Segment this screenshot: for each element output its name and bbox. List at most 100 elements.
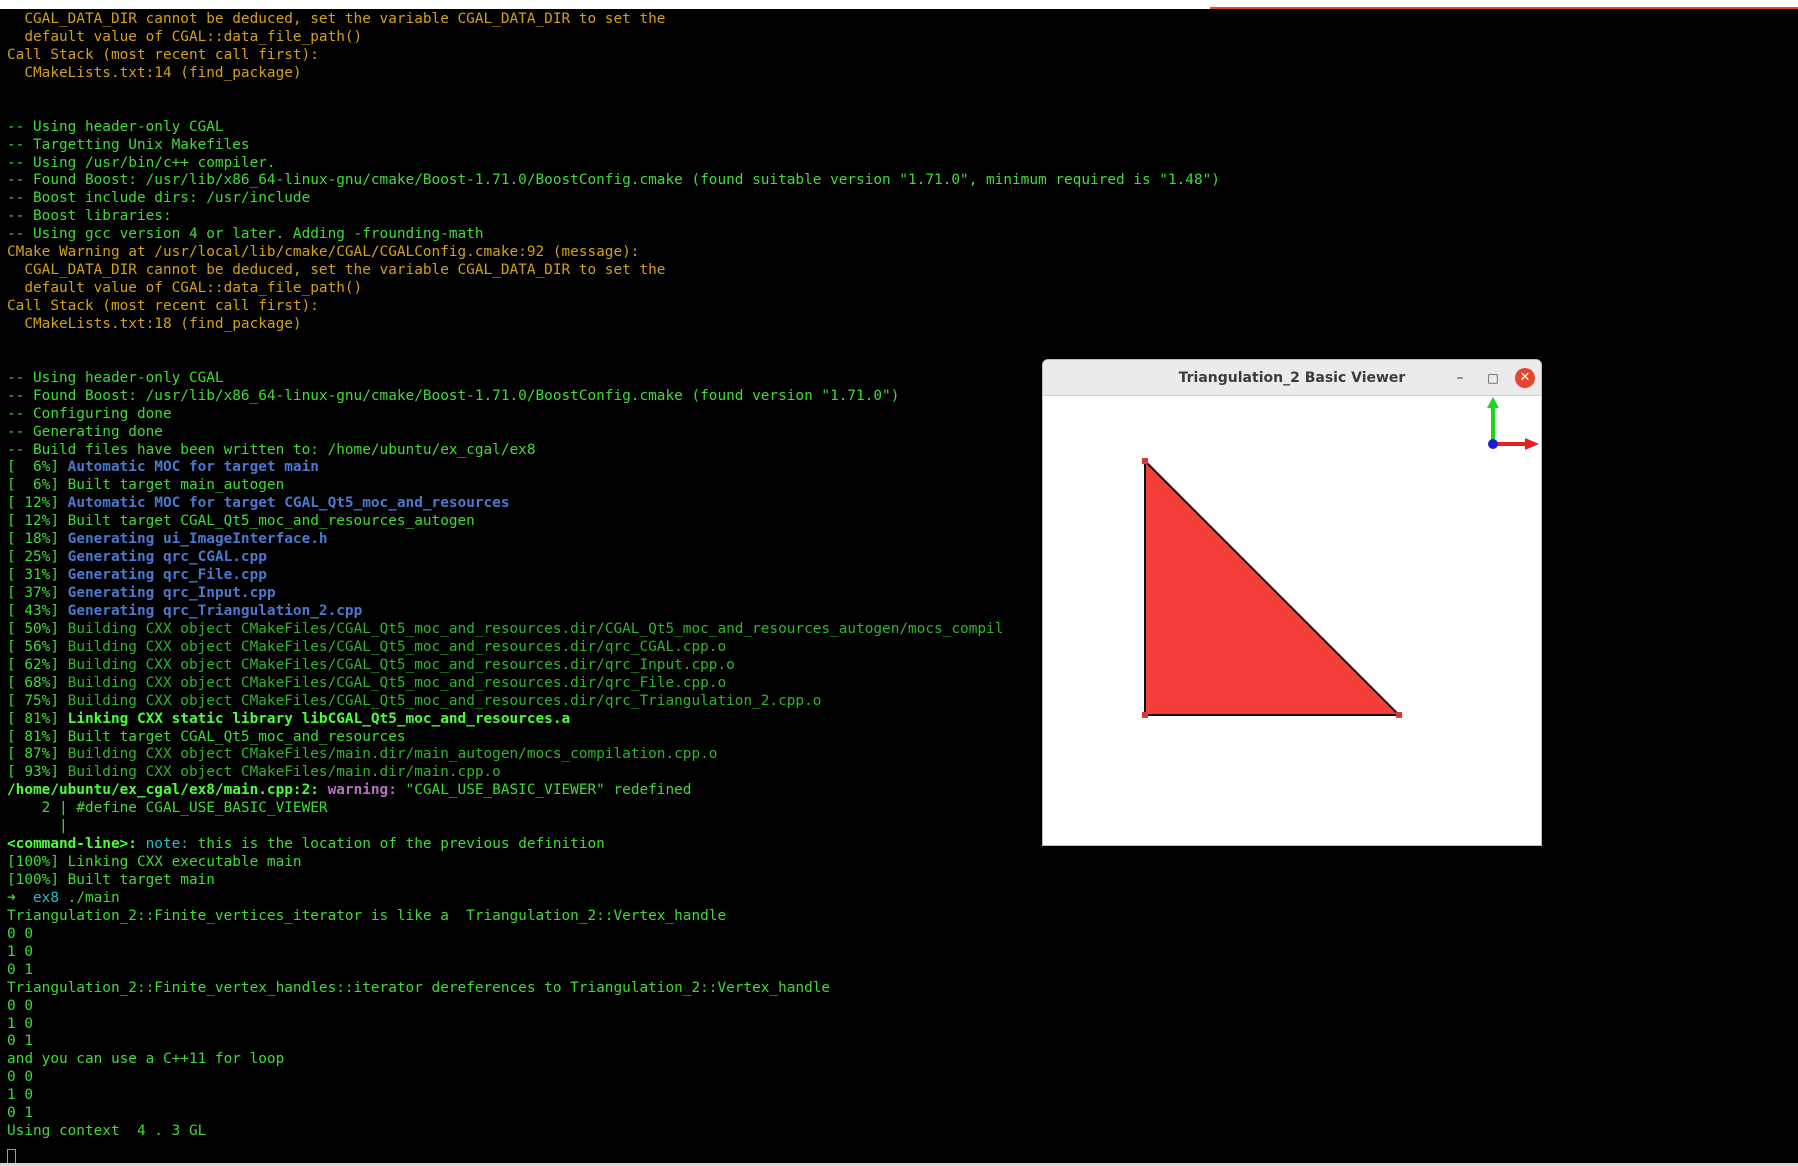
terminal-text: default value of CGAL::data_file_path() (7, 280, 363, 297)
terminal-text: Building CXX object CMakeFiles/CGAL_Qt5_… (67, 620, 1004, 637)
terminal-text: <command-line>: (7, 836, 137, 853)
terminal-text: CGAL_DATA_DIR cannot be deduced, set the… (7, 11, 666, 27)
terminal-text: Generating qrc_File.cpp (67, 567, 267, 584)
terminal-text: [ 50%] (7, 620, 68, 637)
terminal-text: [ 93%] (7, 764, 68, 781)
terminal-text: [ 81%] Built target CGAL_Qt5_moc_and_res… (7, 728, 406, 745)
terminal-text: Building CXX object CMakeFiles/CGAL_Qt5_… (67, 638, 727, 655)
terminal-text: [ 62%] (7, 656, 68, 673)
terminal-text: [ 87%] (7, 746, 68, 763)
terminal-text: ➜ (7, 889, 33, 906)
terminal-text: Building CXX object CMakeFiles/CGAL_Qt5_… (67, 656, 735, 673)
terminal-text: Triangulation_2::Finite_vertex_handles::… (7, 979, 831, 996)
terminal-text: Using context 4 . 3 GL (7, 1123, 207, 1140)
terminal-text: and you can use a C++11 for loop (7, 1051, 285, 1068)
terminal-line: -- Boost libraries: (7, 208, 1220, 226)
terminal-text: [ 12%] Built target CGAL_Qt5_moc_and_res… (7, 513, 475, 530)
terminal-text: ./main (59, 889, 120, 906)
terminal-text: note: (145, 836, 189, 853)
terminal-text: Automatic MOC for target main (67, 459, 319, 476)
triangulation-viewer-window[interactable]: Triangulation_2 Basic Viewer – □ ✕ (1042, 359, 1542, 846)
terminal-line: 0 1 (7, 1033, 1220, 1051)
terminal-text: CGAL_DATA_DIR cannot be deduced, set the… (7, 262, 666, 279)
viewer-titlebar[interactable]: Triangulation_2 Basic Viewer – □ ✕ (1043, 360, 1541, 396)
terminal-line: CGAL_DATA_DIR cannot be deduced, set the… (7, 11, 1220, 29)
terminal-text: -- Boost include dirs: /usr/include (7, 190, 311, 207)
terminal-line: 0 1 (7, 962, 1220, 980)
terminal-line: [ 56%] Building CXX object CMakeFiles/CG… (7, 639, 1220, 657)
terminal-text: [ 6%] (7, 459, 68, 476)
terminal-text: [ 68%] (7, 674, 68, 691)
terminal-line: -- Boost include dirs: /usr/include (7, 190, 1220, 208)
x-axis-arrowhead (1525, 438, 1539, 450)
terminal-text: | (7, 818, 68, 835)
viewer-canvas[interactable] (1043, 396, 1541, 845)
terminal-line: Call Stack (most recent call first): (7, 47, 1220, 65)
terminal-line: [ 6%] Automatic MOC for target main (7, 459, 1220, 477)
terminal-text: -- Using gcc version 4 or later. Adding … (7, 226, 484, 243)
axes-gizmo (1487, 397, 1539, 450)
terminal-line: 1 0 (7, 1016, 1220, 1034)
terminal-text: 1 0 (7, 943, 33, 960)
minimize-button[interactable]: – (1450, 368, 1470, 388)
terminal-line: -- Targetting Unix Makefiles (7, 137, 1220, 155)
terminal-line: -- Found Boost: /usr/lib/x86_64-linux-gn… (7, 172, 1220, 190)
terminal-text: /home/ubuntu/ex_cgal/ex8/main.cpp:2: (7, 782, 319, 799)
terminal-text: -- Using /usr/bin/c++ compiler. (7, 154, 276, 171)
terminal-text: -- Generating done (7, 423, 163, 440)
terminal-text: default value of CGAL::data_file_path() (7, 28, 363, 45)
terminal-line: 2 | #define CGAL_USE_BASIC_VIEWER (7, 800, 1220, 818)
terminal-line: default value of CGAL::data_file_path() (7, 29, 1220, 47)
terminal-text: 1 0 (7, 1087, 33, 1104)
terminal-text: [100%] (7, 854, 68, 871)
terminal-line: ➜ ex8 ./main (7, 890, 1220, 908)
terminal-line: 0 0 (7, 1069, 1220, 1087)
terminal-text: Linking CXX static library libCGAL_Qt5_m… (67, 710, 571, 727)
close-button[interactable]: ✕ (1515, 368, 1535, 388)
terminal-text: Building CXX object CMakeFiles/main.dir/… (67, 746, 718, 763)
terminal-line: [ 75%] Building CXX object CMakeFiles/CG… (7, 693, 1220, 711)
terminal-line: [100%] Linking CXX executable main (7, 854, 1220, 872)
terminal-line: [ 18%] Generating ui_ImageInterface.h (7, 531, 1220, 549)
terminal-line: -- Configuring done (7, 406, 1220, 424)
terminal-line: 0 1 (7, 1105, 1220, 1123)
terminal-text: -- Using header-only CGAL (7, 369, 224, 386)
terminal-text: Generating ui_ImageInterface.h (67, 531, 328, 548)
terminal-text: Triangulation_2::Finite_vertices_iterato… (7, 907, 727, 924)
terminal-text: [ 75%] (7, 692, 68, 709)
terminal-text: Linking CXX executable main (67, 854, 302, 871)
terminal-text: [ 6%] Built target main_autogen (7, 477, 285, 494)
terminal-text: Generating qrc_CGAL.cpp (67, 549, 267, 566)
terminal-text: -- Configuring done (7, 405, 172, 422)
terminal-line: [100%] Built target main (7, 872, 1220, 890)
terminal-line: [ 50%] Building CXX object CMakeFiles/CG… (7, 621, 1220, 639)
terminal-line: Triangulation_2::Finite_vertices_iterato… (7, 908, 1220, 926)
terminal-text: [ 25%] (7, 549, 68, 566)
terminal-line: [ 68%] Building CXX object CMakeFiles/CG… (7, 675, 1220, 693)
terminal-line: [ 93%] Building CXX object CMakeFiles/ma… (7, 764, 1220, 782)
desktop-screen: CGAL_DATA_DIR cannot be deduced, set the… (0, 0, 1798, 1166)
terminal-line: -- Using header-only CGAL (7, 370, 1220, 388)
terminal-text: 0 0 (7, 1069, 33, 1086)
terminal-line: [ 12%] Automatic MOC for target CGAL_Qt5… (7, 495, 1220, 513)
terminal-line: [ 12%] Built target CGAL_Qt5_moc_and_res… (7, 513, 1220, 531)
terminal-text: this is the location of the previous def… (188, 836, 605, 853)
terminal-text: Building CXX object CMakeFiles/main.dir/… (67, 764, 501, 781)
terminal-line: -- Generating done (7, 424, 1220, 442)
terminal-text: CMakeLists.txt:14 (find_package) (7, 64, 302, 81)
terminal-text: -- Boost libraries: (7, 208, 172, 225)
terminal-line: [ 62%] Building CXX object CMakeFiles/CG… (7, 657, 1220, 675)
maximize-button[interactable]: □ (1483, 368, 1503, 388)
terminal-text: [ 43%] (7, 602, 68, 619)
terminal-line: Triangulation_2::Finite_vertex_handles::… (7, 980, 1220, 998)
terminal-output: CGAL_DATA_DIR cannot be deduced, set the… (7, 11, 1220, 1141)
terminal-line: CMakeLists.txt:14 (find_package) (7, 65, 1220, 83)
terminal-text: -- Build files have been written to: /ho… (7, 441, 536, 458)
terminal-text: Generating qrc_Input.cpp (67, 585, 276, 601)
terminal-text: Automatic MOC for target CGAL_Qt5_moc_an… (67, 495, 510, 512)
terminal-text: [ 56%] (7, 638, 68, 655)
